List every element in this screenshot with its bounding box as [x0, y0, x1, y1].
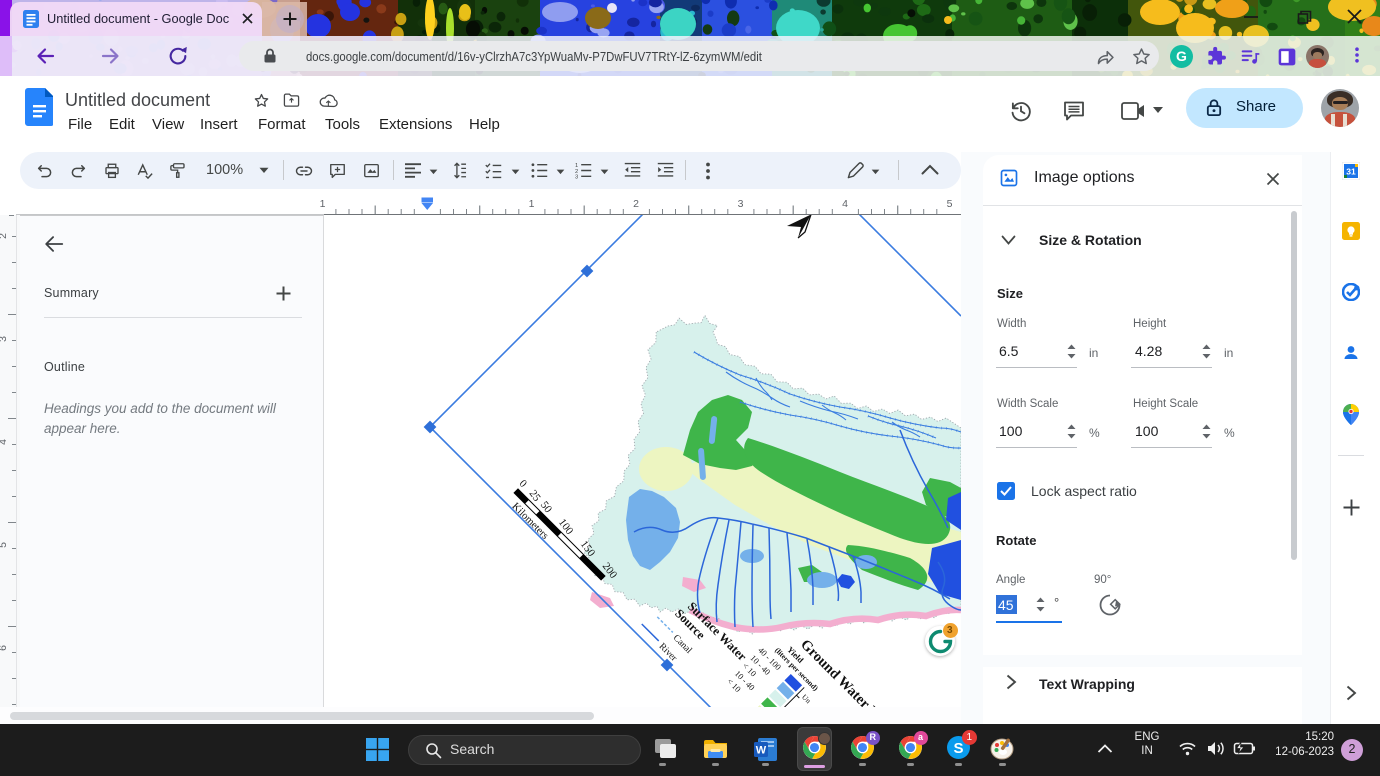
svg-text:3: 3: [738, 198, 744, 210]
svg-text:S: S: [953, 740, 963, 757]
svg-text:4: 4: [0, 439, 9, 445]
svg-text:3: 3: [0, 336, 9, 342]
svg-text:W: W: [756, 745, 767, 757]
svg-text:Ground Water Potential: Ground Water Potential: [797, 637, 914, 707]
svg-text:1: 1: [320, 198, 326, 210]
svg-text:5: 5: [947, 198, 953, 210]
svg-text:2: 2: [0, 233, 9, 239]
svg-text:2: 2: [633, 198, 639, 210]
svg-text:31: 31: [1346, 167, 1356, 177]
svg-text:5: 5: [0, 542, 9, 548]
svg-text:0: 0: [517, 478, 530, 491]
svg-text:1: 1: [529, 198, 535, 210]
svg-text:Un: Un: [800, 692, 813, 705]
svg-text:6: 6: [0, 645, 9, 651]
svg-text:4: 4: [842, 198, 848, 210]
svg-text:3: 3: [575, 175, 578, 179]
